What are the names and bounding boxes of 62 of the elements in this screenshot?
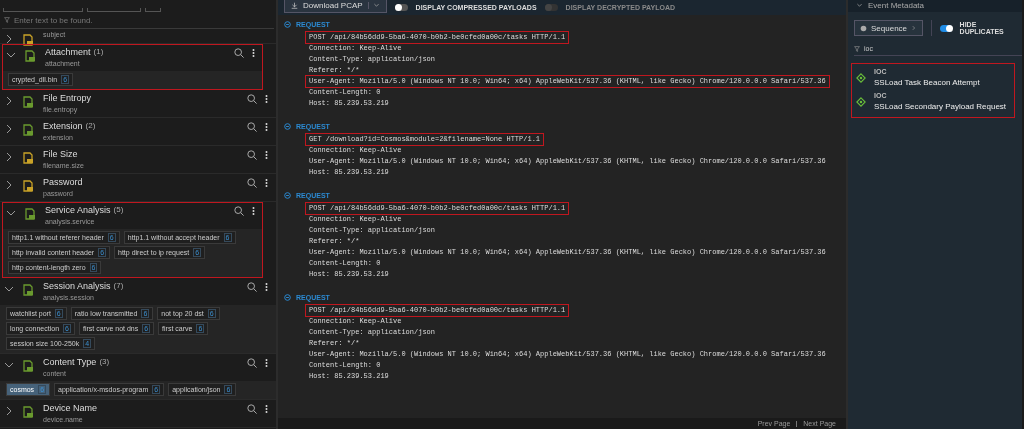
item-title[interactable]: SSLoad Task Beacon Attempt <box>874 78 980 87</box>
chevron-right-icon[interactable] <box>4 406 14 416</box>
collapse-icon[interactable] <box>284 21 291 28</box>
sequence-button[interactable]: Sequence <box>854 20 924 36</box>
more-icon[interactable] <box>265 178 268 188</box>
chevron-right-icon[interactable] <box>4 124 14 134</box>
filter-icon <box>4 17 10 23</box>
field-title: Extension <box>43 121 83 131</box>
chevron-down-icon[interactable] <box>6 208 16 218</box>
more-icon[interactable] <box>265 94 268 104</box>
field-title: Content Type <box>43 357 97 367</box>
search-icon[interactable] <box>247 282 257 292</box>
field-count: (7) <box>113 281 124 291</box>
chevron-down-icon[interactable] <box>4 284 14 294</box>
diamond-icon <box>856 96 866 107</box>
search-icon[interactable] <box>247 150 257 160</box>
chevron-right-icon[interactable] <box>4 34 14 44</box>
field-title: Password <box>43 177 83 187</box>
search-icon[interactable] <box>247 358 257 368</box>
search-icon[interactable] <box>247 94 257 104</box>
more-icon[interactable] <box>252 48 255 58</box>
more-icon[interactable] <box>265 150 268 160</box>
diamond-icon <box>856 72 866 83</box>
chevron-right-icon[interactable] <box>4 180 14 190</box>
field-count: (3) <box>99 357 110 367</box>
chevron-right-icon[interactable] <box>4 152 14 162</box>
field-title: Device Name <box>43 403 98 413</box>
search-icon[interactable] <box>234 48 244 58</box>
field-title: Attachment <box>45 47 91 57</box>
search-icon[interactable] <box>247 122 257 132</box>
collapse-icon[interactable] <box>284 123 291 130</box>
field-title: Session Analysis <box>43 281 111 291</box>
panel-title: Event Metadata <box>868 0 925 10</box>
item-title[interactable]: SSLoad Secondary Payload Request <box>874 102 1007 111</box>
collapse-icon[interactable] <box>284 294 291 301</box>
chevron-right-icon[interactable] <box>4 96 14 106</box>
chevron-right-icon <box>911 25 918 31</box>
more-icon[interactable] <box>265 282 268 292</box>
search-icon[interactable] <box>247 178 257 188</box>
field-title: File Entropy <box>43 93 92 103</box>
chevron-down-icon[interactable] <box>856 1 863 9</box>
more-icon[interactable] <box>265 122 268 132</box>
toggle-switch[interactable] <box>394 4 408 11</box>
circle-icon <box>860 24 867 32</box>
chevron-down-icon[interactable] <box>4 360 14 370</box>
field-count: (2) <box>85 121 96 131</box>
filter-field[interactable]: Enter text to be found. <box>14 15 214 25</box>
more-icon[interactable] <box>265 358 268 368</box>
chevron-down-icon[interactable] <box>6 50 16 60</box>
more-icon[interactable] <box>252 206 255 216</box>
field-title: Service Analysis <box>45 205 111 215</box>
field-title: File Size <box>43 149 78 159</box>
collapse-icon[interactable] <box>284 192 291 199</box>
download-button[interactable]: Download PCAP <box>284 0 387 13</box>
more-icon[interactable] <box>265 404 268 414</box>
field-count: (5) <box>113 205 124 215</box>
toggle-switch[interactable] <box>939 24 952 32</box>
search-icon[interactable] <box>247 404 257 414</box>
search-icon[interactable] <box>234 206 244 216</box>
filter-icon <box>854 45 860 52</box>
field-count: (1) <box>93 47 104 57</box>
download-icon <box>291 2 298 9</box>
